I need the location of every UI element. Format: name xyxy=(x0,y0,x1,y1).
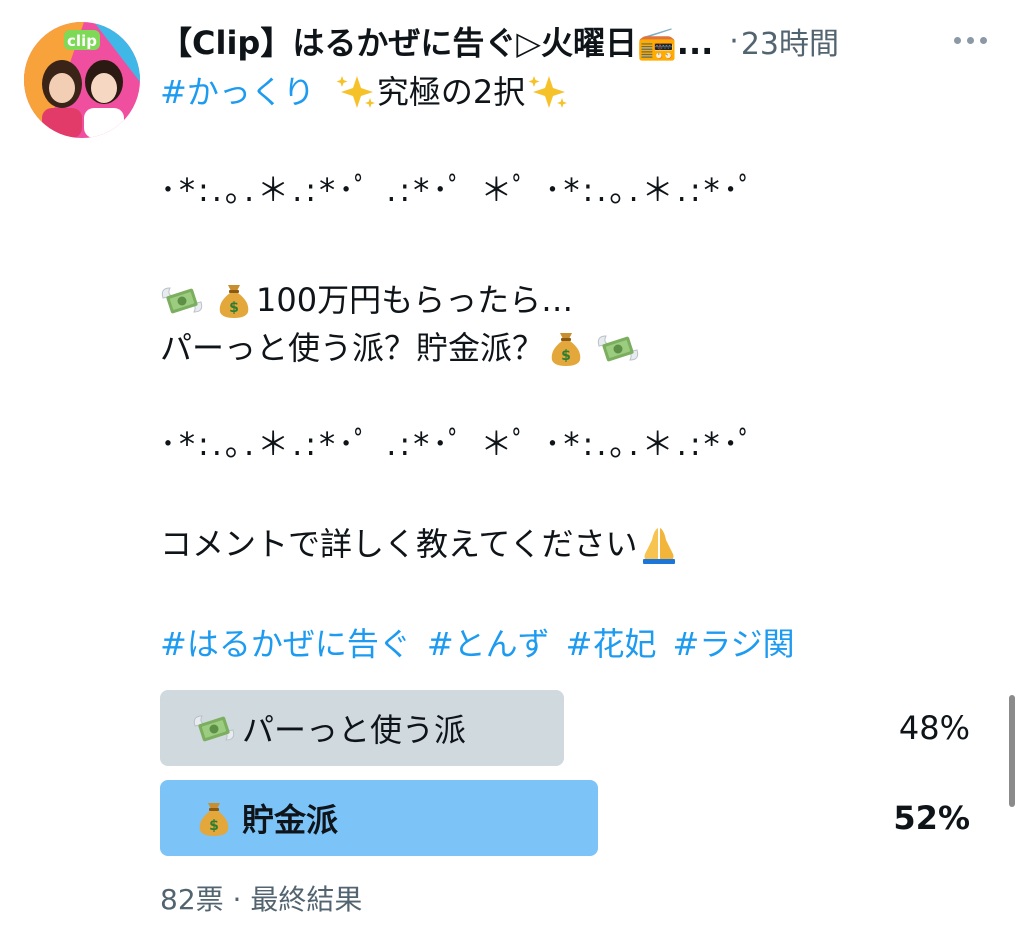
tweet-line-4-text: パーっと使う派？貯金派？ xyxy=(160,329,545,367)
tweet-line-6-text: コメントで詳しく教えてください xyxy=(160,525,638,563)
hashtag-link[interactable]: #かっくり xyxy=(160,70,315,114)
tweet-line-6: コメントで詳しく教えてください xyxy=(160,522,681,566)
poll-option-text: 貯金派 xyxy=(242,801,339,839)
hashtag-link[interactable]: #花妃 xyxy=(566,622,657,666)
poll-option-label: パーっと使う派 xyxy=(192,690,466,766)
money-with-wings-icon xyxy=(596,328,640,368)
tweet-line-1-text: 究極の2択 xyxy=(376,73,526,111)
tweet-line-1: #かっくり 究極の2択 xyxy=(160,70,569,114)
poll-option-label: 貯金派 xyxy=(192,780,338,856)
hashtag-link[interactable]: #はるかぜに告ぐ xyxy=(160,622,411,666)
sparkles-icon xyxy=(525,72,569,112)
poll-option-percent: 52% xyxy=(893,799,970,837)
money-bag-icon xyxy=(212,280,256,320)
hashtag-row: #はるかぜに告ぐ #とんず #花妃 #ラジ関 xyxy=(160,622,795,666)
scrollbar[interactable] xyxy=(1009,695,1015,807)
tweet-line-4: パーっと使う派？貯金派？ xyxy=(160,326,640,370)
timestamp[interactable]: 23時間 xyxy=(741,19,839,63)
tweet-header: 【Clip】はるかぜに告ぐ▷火曜日📻... · 23時間 xyxy=(160,16,1000,66)
money-with-wings-icon xyxy=(160,280,204,320)
decoration-line-1: ･*:.｡.＊.:*･ﾟ .:*･ﾟ ＊ﾟ ･*:.｡.＊.:*･ﾟ xyxy=(160,171,758,209)
avatar[interactable]: clip xyxy=(24,22,140,138)
author-name[interactable]: 【Clip】はるかぜに告ぐ▷火曜日📻... xyxy=(160,18,713,64)
separator-dot: · xyxy=(729,23,739,59)
money-bag-icon xyxy=(192,798,236,838)
money-with-wings-icon xyxy=(192,708,236,748)
sparkles-icon xyxy=(333,72,377,112)
hashtag-link[interactable]: #ラジ関 xyxy=(672,622,794,666)
decoration-line-2: ･*:.｡.＊.:*･ﾟ .:*･ﾟ ＊ﾟ ･*:.｡.＊.:*･ﾟ xyxy=(160,425,758,463)
poll-results-meta: 82票 · 最終結果 xyxy=(160,883,363,916)
poll-option[interactable]: パーっと使う派 48% xyxy=(160,690,970,766)
hashtag-link[interactable]: #とんず xyxy=(427,622,550,666)
tweet-line-3-text: 100万円もらったら… xyxy=(256,281,574,319)
more-options-icon[interactable] xyxy=(940,20,1000,60)
folded-hands-icon xyxy=(637,524,681,564)
svg-text:clip: clip xyxy=(67,32,97,50)
poll-option-text: パーっと使う派 xyxy=(242,711,467,749)
poll-option-percent: 48% xyxy=(898,709,970,747)
poll-option[interactable]: 貯金派 52% xyxy=(160,780,970,856)
money-bag-icon xyxy=(544,328,588,368)
tweet-line-3: 100万円もらったら… xyxy=(160,278,573,322)
